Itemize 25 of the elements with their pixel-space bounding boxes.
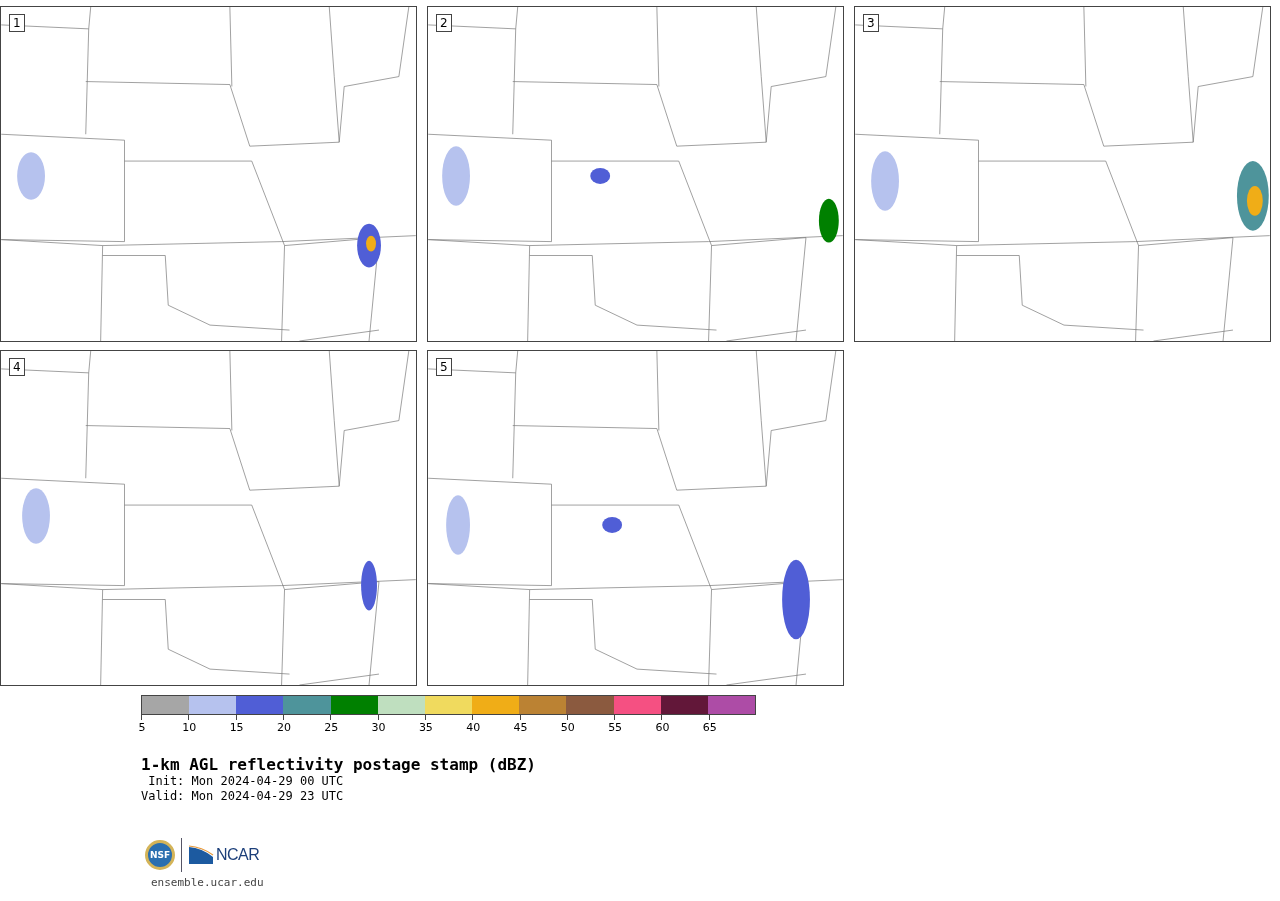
panel-number: 2: [436, 14, 452, 32]
ncar-logo: NCAR: [216, 846, 260, 864]
tick-label: 15: [228, 721, 245, 734]
website-url: ensemble.ucar.edu: [151, 876, 265, 889]
tick-label: 45: [512, 721, 529, 734]
tick-label: 30: [370, 721, 387, 734]
tick-label: 50: [559, 721, 576, 734]
tick-label: 5: [137, 721, 147, 734]
panel-number: 4: [9, 358, 25, 376]
tick-label: 55: [607, 721, 624, 734]
chart-title: 1-km AGL reflectivity postage stamp (dBZ): [141, 755, 537, 774]
nsf-logo: NSF: [145, 840, 175, 870]
tick-label: 35: [417, 721, 434, 734]
tick-label: 10: [181, 721, 198, 734]
valid-time: Valid: Mon 2024-04-29 23 UTC: [141, 789, 345, 804]
tick-label: 65: [701, 721, 718, 734]
panel-number: 5: [436, 358, 452, 376]
tick-label: 60: [654, 721, 671, 734]
panel-number: 1: [9, 14, 25, 32]
tick-label: 25: [323, 721, 340, 734]
tick-label: 40: [465, 721, 482, 734]
swoosh-icon: [188, 845, 214, 865]
tick-label: 20: [275, 721, 292, 734]
panel-number: 3: [863, 14, 879, 32]
init-time: Init: Mon 2024-04-29 00 UTC: [147, 774, 345, 789]
